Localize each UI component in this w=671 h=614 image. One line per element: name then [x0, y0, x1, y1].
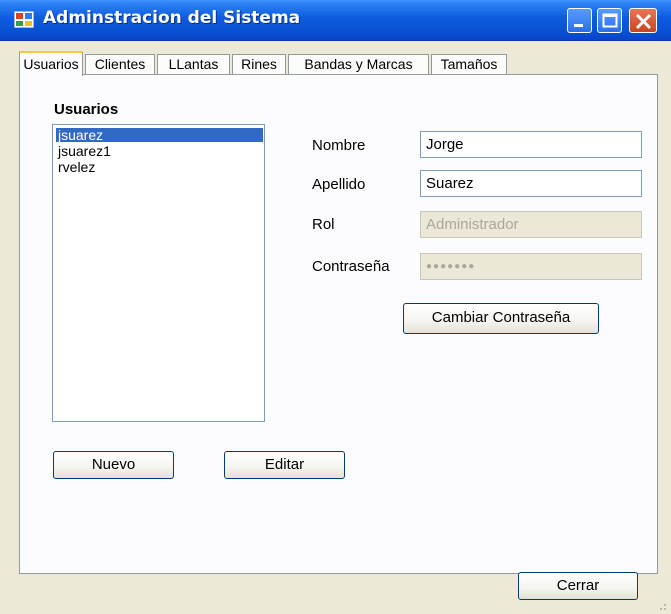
list-item[interactable]: rvelez	[56, 160, 263, 174]
maximize-icon	[602, 13, 618, 28]
rol-label: Rol	[312, 216, 335, 233]
rol-field: Administrador	[420, 211, 642, 238]
apellido-field[interactable]: Suarez	[420, 170, 642, 197]
users-listbox[interactable]: jsuarez jsuarez1 rvelez	[52, 124, 265, 422]
tab-llantas[interactable]: LLantas	[157, 54, 230, 74]
tab-rines[interactable]: Rines	[232, 54, 286, 74]
tab-clientes[interactable]: Clientes	[85, 54, 155, 74]
nombre-field[interactable]: Jorge	[420, 131, 642, 158]
edit-button[interactable]: Editar	[224, 451, 345, 479]
users-heading: Usuarios	[54, 101, 119, 118]
close-icon	[635, 13, 652, 30]
close-window-button[interactable]	[629, 8, 657, 33]
password-label: Contraseña	[312, 258, 390, 275]
window-title: Adminstracion del Sistema	[43, 8, 301, 28]
tab-tamanos[interactable]: Tamaños	[431, 54, 507, 74]
list-item[interactable]: jsuarez1	[56, 144, 263, 158]
window-app-icon	[14, 11, 34, 28]
minimize-icon	[574, 24, 583, 27]
app-window: Adminstracion del Sistema Usuarios Clien…	[0, 0, 671, 614]
apellido-label: Apellido	[312, 176, 366, 193]
change-password-button[interactable]: Cambiar Contraseña	[403, 303, 599, 334]
minimize-button[interactable]	[567, 8, 592, 33]
maximize-button[interactable]	[597, 8, 622, 33]
password-field: ●●●●●●●	[420, 253, 642, 280]
close-button[interactable]: Cerrar	[518, 572, 638, 600]
resize-grip-icon[interactable]	[655, 599, 667, 611]
title-bar[interactable]: Adminstracion del Sistema	[0, 0, 671, 41]
tab-usuarios[interactable]: Usuarios	[19, 51, 83, 76]
tab-bandas-y-marcas[interactable]: Bandas y Marcas	[288, 54, 429, 74]
nombre-label: Nombre	[312, 137, 366, 154]
list-item[interactable]: jsuarez	[56, 128, 263, 142]
new-button[interactable]: Nuevo	[53, 451, 174, 479]
